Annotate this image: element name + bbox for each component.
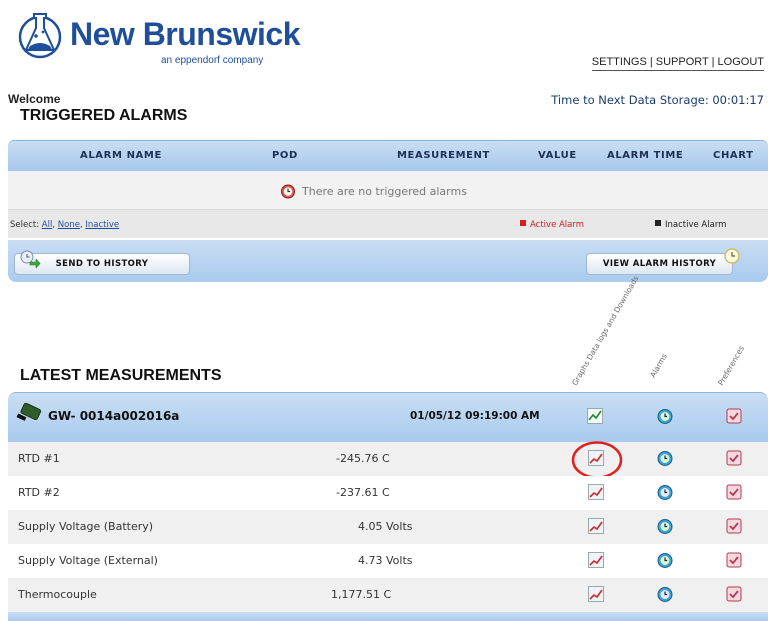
next-storage-timer: Time to Next Data Storage: 00:01:17 xyxy=(551,93,764,107)
alarm-clock-icon[interactable] xyxy=(657,586,673,602)
active-alarm-swatch xyxy=(520,220,526,226)
legend-inactive-label: Inactive Alarm xyxy=(665,220,727,230)
measurement-value: 1,177.51 C xyxy=(331,588,392,601)
flask-icon xyxy=(18,13,62,59)
view-alarm-history-label: VIEW ALARM HISTORY xyxy=(602,259,717,269)
select-row xyxy=(8,209,768,238)
col-chart: CHART xyxy=(713,150,754,161)
nav-separator: | xyxy=(708,56,718,68)
select-all-link[interactable]: All xyxy=(42,220,53,230)
preferences-icon[interactable] xyxy=(726,408,742,424)
gateway-name: GW- 0014a002016a xyxy=(48,409,180,423)
highlight-circle xyxy=(571,441,623,479)
send-to-history-label: SEND TO HISTORY xyxy=(55,259,149,269)
graph-icon[interactable] xyxy=(587,408,603,424)
no-alarms-message: There are no triggered alarms xyxy=(280,183,467,199)
latest-measurements-title: LATEST MEASUREMENTS xyxy=(20,367,222,384)
measurement-name: RTD #1 xyxy=(18,452,60,465)
measurement-value: -245.76 C xyxy=(336,452,390,465)
logout-link[interactable]: LOGOUT xyxy=(718,56,764,68)
send-history-icon xyxy=(20,250,41,268)
alarm-clock-icon[interactable] xyxy=(657,408,673,424)
no-alarms-text: There are no triggered alarms xyxy=(302,184,467,198)
col-graphs-heading: Graphs Data logs and Downloads xyxy=(570,274,641,387)
alarm-clock-icon[interactable] xyxy=(657,552,673,568)
col-alarms-heading: Alarms xyxy=(648,351,669,379)
col-preferences-heading: Preferences xyxy=(716,344,747,387)
preferences-icon[interactable] xyxy=(726,484,742,500)
history-clock-icon xyxy=(724,248,740,264)
select-none-link[interactable]: None xyxy=(58,220,80,230)
brand-name: New Brunswick xyxy=(70,16,301,52)
preferences-icon[interactable] xyxy=(726,586,742,602)
col-pod: POD xyxy=(272,150,298,161)
measurement-name: Thermocouple xyxy=(18,588,97,601)
support-link[interactable]: SUPPORT xyxy=(656,56,709,68)
nav-separator: | xyxy=(646,56,656,68)
settings-link[interactable]: SETTINGS xyxy=(592,56,647,68)
select-controls: Select: All, None, Inactive xyxy=(10,220,120,230)
col-value: VALUE xyxy=(538,150,577,161)
alarm-clock-icon xyxy=(281,184,295,199)
select-inactive-link[interactable]: Inactive xyxy=(85,220,119,230)
top-navigation: SETTINGS | SUPPORT | LOGOUT xyxy=(591,56,764,71)
preferences-icon[interactable] xyxy=(726,450,742,466)
col-alarm-name: ALARM NAME xyxy=(80,150,162,161)
preferences-icon[interactable] xyxy=(726,518,742,534)
brand-subtitle: an eppendorf company xyxy=(161,55,264,66)
measurement-name: Supply Voltage (Battery) xyxy=(18,520,154,533)
legend-inactive-alarm: Inactive Alarm xyxy=(655,220,726,230)
welcome-text: Welcome xyxy=(8,92,61,106)
alarm-clock-icon[interactable] xyxy=(657,484,673,500)
preferences-icon[interactable] xyxy=(726,552,742,568)
alarm-clock-icon[interactable] xyxy=(657,450,673,466)
chart-icon[interactable] xyxy=(588,586,604,602)
view-alarm-history-button[interactable]: VIEW ALARM HISTORY xyxy=(586,248,740,275)
chart-icon[interactable] xyxy=(588,552,604,568)
chart-icon[interactable] xyxy=(588,484,604,500)
legend-active-alarm: Active Alarm xyxy=(520,220,584,230)
measurement-name: Supply Voltage (External) xyxy=(18,554,158,567)
measurement-value: 4.73 Volts xyxy=(358,554,413,567)
col-alarm-time: ALARM TIME xyxy=(607,150,684,161)
triggered-alarms-title: TRIGGERED ALARMS xyxy=(20,107,188,124)
legend-active-label: Active Alarm xyxy=(530,220,585,230)
measurement-value: 4.05 Volts xyxy=(358,520,413,533)
table-footer-bar xyxy=(8,612,768,621)
measurement-name: RTD #2 xyxy=(18,486,60,499)
alarm-clock-icon[interactable] xyxy=(657,518,673,534)
gateway-device-icon xyxy=(16,403,42,421)
chart-icon[interactable] xyxy=(588,518,604,534)
measurement-value: -237.61 C xyxy=(336,486,390,499)
inactive-alarm-swatch xyxy=(655,220,661,226)
col-measurement: MEASUREMENT xyxy=(397,150,490,161)
gateway-timestamp: 01/05/12 09:19:00 AM xyxy=(410,410,540,422)
select-label: Select: xyxy=(10,220,40,230)
send-to-history-button[interactable]: SEND TO HISTORY xyxy=(14,250,190,275)
